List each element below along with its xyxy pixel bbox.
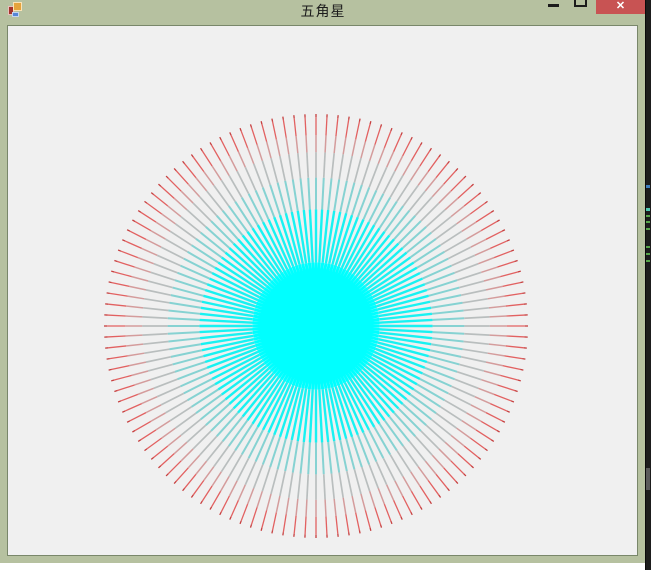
maximize-button[interactable] [574,0,587,7]
client-area [7,25,638,556]
scroll-annotation-mark [646,246,650,248]
scroll-annotation-mark [646,253,650,255]
app-window: 五角星 ✕ [0,0,646,563]
scroll-annotation-mark [646,215,650,217]
scroll-annotation-mark [646,208,650,211]
scroll-annotation-mark [646,260,650,262]
screenshot-stage: 五角星 ✕ [0,0,651,570]
titlebar[interactable]: 五角星 ✕ [0,0,646,25]
scroll-annotation-mark [646,221,650,223]
scroll-annotation-mark [646,228,650,230]
close-icon: ✕ [616,0,625,12]
desktop-background-strip [0,563,646,570]
scroll-annotation-mark [646,468,650,490]
close-button[interactable]: ✕ [596,0,645,14]
scroll-annotation-mark [646,185,650,188]
background-window-scrollbar-strip [645,0,651,570]
starburst-drawing [8,26,637,555]
minimize-button[interactable] [548,4,559,7]
